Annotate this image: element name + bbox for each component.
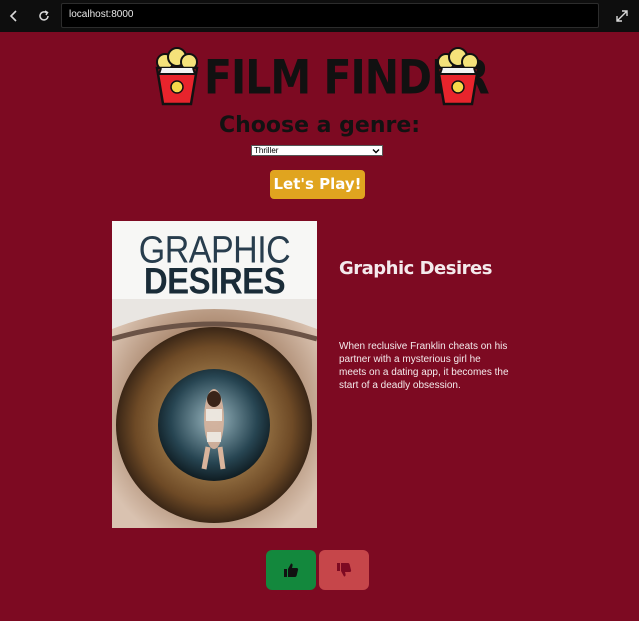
thumbs-down-icon <box>337 563 352 577</box>
like-button[interactable] <box>266 550 316 590</box>
popcorn-icon <box>436 47 480 106</box>
app-title: FILM FINDER <box>204 50 490 106</box>
chevron-left-icon[interactable] <box>6 8 22 24</box>
address-bar[interactable]: localhost:8000 <box>61 3 599 28</box>
expand-icon[interactable] <box>614 8 630 24</box>
movie-description: When reclusive Franklin cheats on his pa… <box>339 341 509 391</box>
chevron-down-icon <box>372 149 380 154</box>
genre-heading: Choose a genre: <box>218 113 421 138</box>
thumbs-up-icon <box>284 563 299 577</box>
movie-title: Graphic Desires <box>339 258 492 279</box>
poster-title-line2: DESIRES <box>143 260 286 302</box>
dislike-button[interactable] <box>319 550 369 590</box>
browser-toolbar: localhost:8000 <box>0 0 639 32</box>
genre-select[interactable]: Thriller <box>251 145 383 156</box>
genre-selected-value: Thriller <box>254 146 279 155</box>
url-text: localhost:8000 <box>69 9 134 20</box>
eye-artwork <box>112 299 317 528</box>
play-button[interactable]: Let's Play! <box>270 170 365 199</box>
popcorn-icon <box>155 47 199 106</box>
reload-icon[interactable] <box>36 8 52 24</box>
movie-poster: GRAPHIC DESIRES <box>112 221 317 528</box>
